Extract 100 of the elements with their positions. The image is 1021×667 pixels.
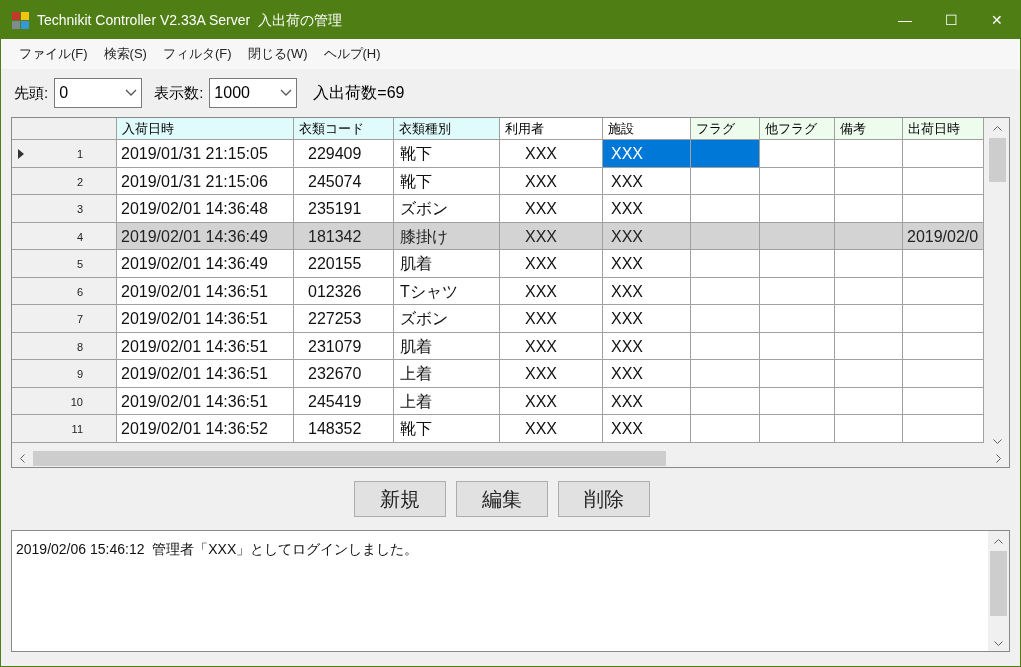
table-cell: XXX	[500, 305, 603, 333]
chevron-left-icon[interactable]	[20, 453, 25, 463]
table-cell: 220155	[294, 250, 394, 278]
row-header[interactable]: 5	[12, 250, 117, 278]
dropdown[interactable]: 1000	[209, 78, 298, 108]
column-header[interactable]: 入荷日時	[117, 118, 294, 140]
row-number: 7	[76, 312, 83, 327]
table-cell: XXX	[603, 387, 691, 415]
table-cell: 235191	[294, 195, 394, 223]
row-header[interactable]: 3	[12, 195, 117, 223]
row-number: 5	[76, 257, 83, 272]
menu-item[interactable]: 閉じる(W)	[239, 39, 316, 69]
log-panel[interactable]: 2019/02/06 15:46:12 管理者「XXX」としてログインしました。	[11, 530, 1010, 652]
row-header[interactable]: 8	[12, 332, 117, 360]
row-number: 3	[76, 202, 83, 217]
row-header[interactable]: 11	[12, 415, 117, 443]
table-cell: XXX	[603, 250, 691, 278]
row-header[interactable]: 2	[12, 167, 117, 195]
table-cell: 181342	[294, 222, 394, 250]
table-cell: 2019/02/01 14:36:51	[117, 305, 294, 333]
record-count: 入出荷数=69	[313, 83, 405, 103]
table-cell: XXX	[500, 387, 603, 415]
table-cell: 靴下	[394, 140, 500, 168]
table-cell: 2019/02/01 14:36:51	[117, 387, 294, 415]
action-button[interactable]: 新規	[353, 481, 446, 517]
vertical-scrollbar[interactable]	[988, 531, 1009, 651]
row-header[interactable]: 10	[12, 387, 117, 415]
column-header[interactable]: 衣類種別	[394, 118, 500, 140]
menu-item[interactable]: ファイル(F)	[11, 39, 96, 69]
chevron-up-icon[interactable]	[994, 538, 1003, 544]
menu-item[interactable]: フィルタ(F)	[154, 39, 240, 69]
table-cell: XXX	[603, 277, 691, 305]
table-cell: 231079	[294, 332, 394, 360]
table-cell: 245419	[294, 387, 394, 415]
table-cell: 靴下	[394, 415, 500, 443]
chevron-down-icon	[280, 89, 293, 97]
table-cell: XXX	[603, 195, 691, 223]
action-button[interactable]: 削除	[557, 481, 650, 517]
table-cell: XXX	[500, 140, 603, 168]
column-header[interactable]: 出荷日時	[903, 118, 984, 140]
row-header[interactable]: 7	[12, 305, 117, 333]
table-cell: XXX	[603, 140, 691, 168]
table-cell: 229409	[294, 140, 394, 168]
chevron-up-icon[interactable]	[993, 125, 1002, 131]
row-number: 6	[76, 284, 83, 300]
row-number: 4	[76, 229, 83, 245]
menu-item[interactable]: 検索(S)	[95, 39, 155, 69]
column-header[interactable]: 他フラグ	[760, 118, 835, 140]
dropdown[interactable]: 0	[54, 78, 143, 108]
row-number: 1	[76, 147, 83, 162]
table-cell: XXX	[500, 360, 603, 388]
table-cell: 肌着	[394, 250, 500, 278]
table-cell: 245074	[294, 167, 394, 195]
scrollbar-thumb[interactable]	[33, 450, 666, 466]
chevron-right-icon[interactable]	[996, 453, 1001, 463]
table-cell: 上着	[394, 360, 500, 388]
table-cell: XXX	[603, 167, 691, 195]
chevron-down-icon	[125, 89, 138, 97]
table-cell: 2019/02/01 14:36:49	[117, 222, 294, 250]
column-header[interactable]: 備考	[835, 118, 903, 140]
table-cell: 2019/02/01 14:36:49	[117, 250, 294, 278]
table-cell: XXX	[603, 415, 691, 443]
maximize-button[interactable]: ☐	[928, 1, 974, 39]
row-number: 9	[76, 367, 83, 382]
table-cell: 2019/02/01 14:36:51	[117, 332, 294, 360]
table-cell: XXX	[603, 222, 691, 250]
row-header[interactable]: 9	[12, 360, 117, 388]
chevron-down-icon[interactable]	[993, 438, 1002, 444]
column-header[interactable]: 利用者	[500, 118, 603, 140]
table-cell: XXX	[500, 222, 603, 250]
column-header[interactable]: 衣類コード	[294, 118, 394, 140]
menu-item[interactable]: ヘルプ(H)	[315, 39, 389, 69]
row-header[interactable]: 1	[12, 140, 117, 168]
row-header[interactable]: 4	[12, 222, 117, 250]
table-cell: XXX	[603, 360, 691, 388]
table-cell: XXX	[500, 195, 603, 223]
table-cell: 012326	[294, 277, 394, 305]
table-cell: XXX	[500, 277, 603, 305]
table-cell: 肌着	[394, 332, 500, 360]
row-number: 10	[70, 394, 83, 410]
table-cell: 2019/01/31 21:15:06	[117, 167, 294, 195]
scrollbar-thumb[interactable]	[989, 138, 1006, 182]
row-number: 8	[76, 339, 83, 355]
field-label: 先頭:	[14, 82, 49, 103]
minimize-button[interactable]: —	[882, 1, 928, 39]
window-title: Technikit Controller V2.33A Server 入出荷の管理	[37, 10, 342, 30]
column-header[interactable]: フラグ	[691, 118, 760, 140]
table-cell: XXX	[500, 167, 603, 195]
chevron-down-icon[interactable]	[994, 640, 1003, 646]
table-cell: XXX	[500, 250, 603, 278]
table-cell: 2019/02/01 14:36:52	[117, 415, 294, 443]
table-cell: XXX	[603, 332, 691, 360]
row-header[interactable]: 6	[12, 277, 117, 305]
row-number: 11	[71, 422, 83, 437]
close-button[interactable]: ✕	[974, 1, 1020, 39]
table-cell: 2019/01/31 21:15:05	[117, 140, 294, 168]
action-button[interactable]: 編集	[455, 481, 548, 517]
scrollbar-thumb[interactable]	[990, 551, 1007, 616]
app-icon	[12, 11, 29, 29]
column-header[interactable]: 施設	[603, 118, 691, 140]
